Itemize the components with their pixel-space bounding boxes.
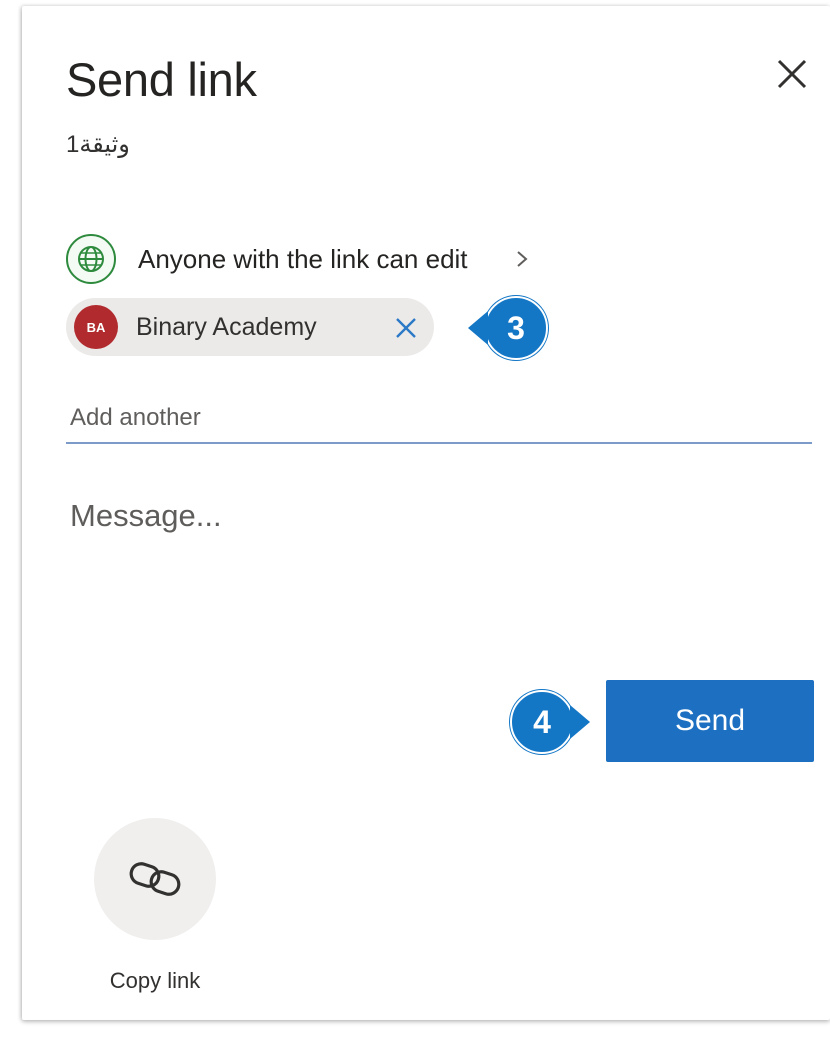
close-button[interactable]	[770, 52, 814, 96]
close-icon	[777, 59, 807, 89]
recipient-name: Binary Academy	[136, 312, 317, 341]
callout-number: 4	[533, 703, 551, 740]
avatar: BA	[74, 305, 118, 349]
step-callout-3: 3	[468, 296, 548, 360]
document-name: وثيقة1	[66, 131, 130, 158]
copy-link-button[interactable]	[94, 818, 216, 940]
dialog-title: Send link	[66, 53, 257, 106]
callout-number: 3	[507, 309, 525, 346]
send-button[interactable]: Send	[606, 680, 814, 762]
recipient-chip: BA Binary Academy	[66, 298, 434, 356]
link-permission-settings[interactable]: Anyone with the link can edit	[66, 232, 530, 286]
chevron-right-icon	[516, 251, 528, 267]
globe-icon	[66, 234, 116, 284]
callout-pointer	[468, 311, 488, 345]
close-icon	[396, 318, 416, 338]
step-callout-4: 4	[510, 690, 590, 754]
permission-label: Anyone with the link can edit	[138, 243, 468, 274]
message-field[interactable]	[66, 488, 812, 648]
send-link-dialog: Send link وثيقة1 Anyone with the link ca…	[22, 6, 830, 1020]
callout-pointer	[570, 705, 590, 739]
add-recipient-input[interactable]	[66, 394, 812, 444]
copy-link-label: Copy link	[109, 968, 201, 993]
remove-recipient-button[interactable]	[392, 314, 420, 342]
link-icon	[129, 862, 181, 896]
